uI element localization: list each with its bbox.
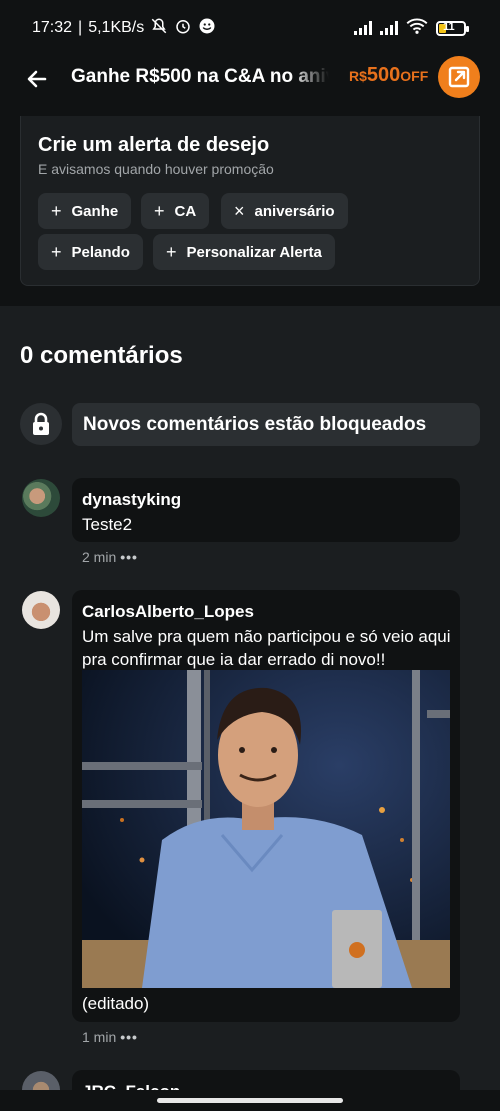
open-deal-button[interactable] bbox=[438, 56, 480, 98]
back-button[interactable] bbox=[22, 64, 52, 94]
signal-icon bbox=[354, 21, 372, 35]
lock-badge bbox=[20, 403, 62, 445]
alert-subtitle: E avisamos quando houver promoção bbox=[38, 161, 274, 177]
app-bar: Ganhe R$500 na C&A no aniversário R$500O… bbox=[0, 56, 500, 116]
home-indicator[interactable] bbox=[157, 1098, 343, 1103]
alert-title: Crie um alerta de desejo bbox=[38, 134, 270, 156]
comment-username[interactable]: dynastyking bbox=[82, 490, 181, 510]
more-options-icon[interactable]: ••• bbox=[120, 1029, 138, 1045]
alert-chip-pelando[interactable]: + Pelando bbox=[38, 234, 143, 270]
more-options-icon[interactable]: ••• bbox=[120, 549, 138, 565]
status-time: 17:32 bbox=[32, 19, 73, 36]
alert-chip-ca[interactable]: + CA bbox=[141, 193, 210, 229]
deal-price: R$500OFF bbox=[349, 64, 429, 86]
comment-bubble: CarlosAlberto_Lopes Um salve pra quem nã… bbox=[72, 590, 460, 1022]
comment-text: Teste2 bbox=[82, 515, 133, 534]
avatar[interactable] bbox=[22, 591, 60, 629]
battery-icon: 11 bbox=[436, 20, 469, 36]
comment-bubble: dynastyking Teste2 bbox=[72, 478, 460, 542]
alert-chip-ganhe[interactable]: + Ganhe bbox=[38, 193, 132, 229]
comment-time: 1 min bbox=[82, 1029, 117, 1045]
lock-icon bbox=[33, 412, 49, 435]
back-arrow-icon bbox=[27, 70, 47, 88]
wifi-icon bbox=[406, 18, 428, 39]
comment-edited-label: (editado) bbox=[82, 994, 150, 1013]
alarm-icon bbox=[174, 17, 192, 40]
wish-alert-card: Crie um alerta de desejo E avisamos quan… bbox=[20, 116, 480, 286]
signal-icon bbox=[380, 21, 398, 35]
plus-icon: + bbox=[166, 242, 177, 262]
comments-locked-notice: Novos comentários estão bloqueados bbox=[72, 403, 480, 446]
comment-meta: 1 min ••• bbox=[82, 1029, 138, 1045]
close-icon: × bbox=[234, 201, 245, 221]
comment-time: 2 min bbox=[82, 549, 117, 565]
alert-section: Crie um alerta de desejo E avisamos quan… bbox=[0, 116, 500, 306]
emoji-icon bbox=[198, 17, 216, 40]
status-bar: 17:32 | 5,1KB/s 11 bbox=[0, 0, 500, 56]
mute-icon bbox=[150, 17, 168, 40]
alert-chip-aniversario[interactable]: × aniversário bbox=[221, 193, 348, 229]
comment-text: Um salve pra quem não participou e só ve… bbox=[82, 627, 451, 669]
avatar[interactable] bbox=[22, 479, 60, 517]
comment-username[interactable]: CarlosAlberto_Lopes bbox=[82, 602, 254, 622]
comments-count: 0 comentários bbox=[20, 342, 183, 369]
status-network-speed: 5,1KB/s bbox=[88, 19, 145, 36]
plus-icon: + bbox=[51, 201, 62, 221]
external-link-icon bbox=[448, 66, 470, 88]
alert-chip-personalizar[interactable]: + Personalizar Alerta bbox=[153, 234, 335, 270]
comment-meta: 2 min ••• bbox=[82, 549, 138, 565]
plus-icon: + bbox=[51, 242, 62, 262]
comment-image[interactable] bbox=[82, 670, 450, 988]
deal-title: Ganhe R$500 na C&A no aniversário bbox=[71, 66, 329, 87]
plus-icon: + bbox=[154, 201, 165, 221]
